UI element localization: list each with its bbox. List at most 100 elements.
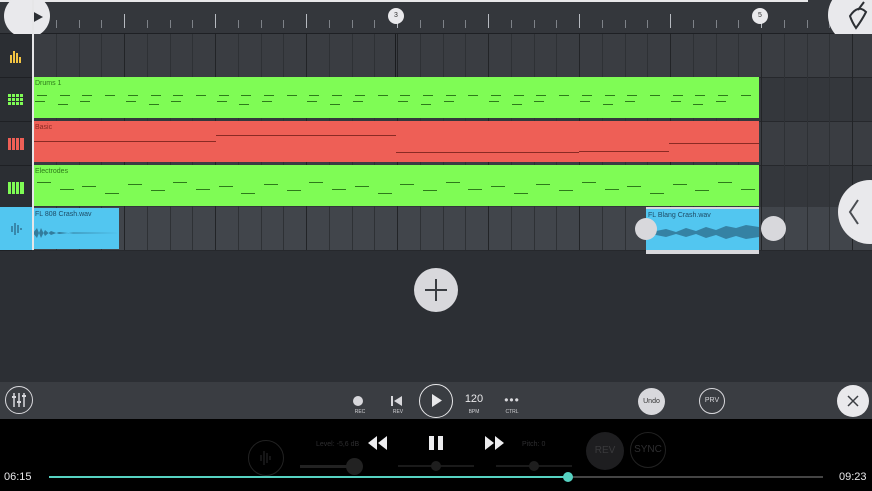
- progress-knob[interactable]: [562, 472, 573, 482]
- side-panel-handle[interactable]: [838, 180, 872, 244]
- close-icon: [847, 395, 859, 407]
- note: [625, 101, 636, 102]
- more-options-icon[interactable]: •••: [500, 393, 524, 407]
- add-track-button[interactable]: [414, 268, 458, 312]
- rev-label: REV: [392, 409, 404, 415]
- ruler-tick: [601, 20, 603, 28]
- ruler-tick: [510, 20, 512, 28]
- ruler-tick: [374, 20, 376, 28]
- pattern-clip[interactable]: Basic: [33, 121, 759, 162]
- ruler-tick: [533, 20, 535, 28]
- undo-button[interactable]: Undo: [638, 388, 665, 415]
- piano-keys-icon[interactable]: [0, 122, 32, 166]
- progress-fill: [49, 476, 568, 478]
- timeline-ruler[interactable]: [0, 0, 872, 34]
- bpm-label: BPM: [468, 409, 480, 415]
- record-button[interactable]: [353, 396, 363, 406]
- note: [536, 95, 547, 96]
- note: [105, 193, 120, 194]
- note: [649, 193, 664, 194]
- clip-end-handle[interactable]: [761, 216, 786, 241]
- reverse-button: REV: [586, 432, 624, 470]
- ruler-tick: [169, 20, 171, 28]
- bar-marker-3[interactable]: 3: [388, 8, 404, 24]
- note: [672, 95, 683, 96]
- note: [127, 95, 138, 96]
- close-button[interactable]: [837, 385, 869, 417]
- note: [80, 101, 91, 102]
- note: [695, 190, 710, 191]
- rewind-icon[interactable]: [367, 434, 389, 452]
- note: [718, 95, 728, 96]
- ruler-tick: [670, 14, 671, 28]
- pattern-clip[interactable]: Drums 1: [33, 77, 759, 118]
- track-lane[interactable]: [33, 34, 872, 78]
- note: [604, 189, 619, 190]
- note: [105, 95, 116, 96]
- note: [559, 190, 574, 191]
- note: [581, 182, 596, 183]
- slider-knob: [431, 461, 441, 471]
- note: [491, 95, 501, 96]
- bar-marker-5[interactable]: 5: [752, 8, 768, 24]
- fast-forward-icon[interactable]: [483, 434, 505, 452]
- playhead[interactable]: [32, 0, 34, 250]
- pitch-label: Pitch: 0: [522, 441, 546, 448]
- mixer-button[interactable]: [5, 386, 33, 414]
- plus-icon: [425, 279, 447, 301]
- note: [489, 101, 499, 102]
- clip-label: Basic: [35, 124, 53, 131]
- ruler-tick: [283, 20, 285, 28]
- ruler-tick: [215, 14, 216, 28]
- note: [513, 95, 524, 96]
- mixer-sliders-icon: [12, 393, 26, 407]
- mixer-levels-icon[interactable]: [0, 34, 32, 78]
- note: [534, 101, 545, 102]
- elapsed-time: 06:15: [4, 471, 32, 483]
- note: [127, 184, 142, 185]
- note: [218, 95, 229, 96]
- pause-icon[interactable]: [427, 434, 445, 452]
- ruler-tick: [806, 20, 808, 28]
- ctrl-label: CTRL: [505, 409, 519, 415]
- note: [171, 101, 182, 102]
- audio-clip[interactable]: FL 808 Crash.wav: [33, 208, 119, 249]
- waveform-icon[interactable]: [0, 207, 32, 251]
- transport-play-button[interactable]: [419, 384, 453, 418]
- audio-clip-selected[interactable]: FL Blang Crash.wav: [646, 207, 759, 254]
- note: [377, 193, 392, 194]
- note: [195, 95, 206, 96]
- ruler-tick: [78, 20, 80, 28]
- waveform-icon: [260, 451, 271, 465]
- note: [150, 95, 161, 96]
- ruler-tick: [192, 20, 194, 28]
- note: [307, 101, 318, 102]
- piano-keys-icon[interactable]: [0, 166, 32, 210]
- note: [239, 104, 250, 105]
- ruler-tick: [738, 20, 740, 28]
- level-label: Level: -5,6 dB: [316, 441, 360, 448]
- prv-button[interactable]: PRV: [699, 388, 725, 414]
- media-player-overlay: [0, 419, 872, 491]
- level-slider-knob: [346, 458, 363, 475]
- clip-start-handle[interactable]: [635, 218, 657, 240]
- note: [150, 190, 165, 191]
- note: [716, 101, 726, 102]
- note: [286, 95, 297, 96]
- ruler-tick: [624, 20, 626, 28]
- rewind-to-start-icon[interactable]: [390, 394, 404, 408]
- note: [602, 104, 613, 105]
- note: [377, 95, 388, 96]
- ruler-tick: [783, 20, 785, 28]
- note: [352, 101, 363, 102]
- note: [627, 95, 638, 96]
- note: [195, 189, 210, 190]
- play-button[interactable]: [4, 0, 50, 38]
- note: [420, 104, 431, 105]
- drum-pads-icon[interactable]: [0, 78, 32, 122]
- note: [354, 186, 369, 187]
- note: [82, 95, 93, 96]
- note: [695, 95, 706, 96]
- pattern-clip[interactable]: Electrodes: [33, 165, 759, 206]
- bpm-value[interactable]: 120: [459, 393, 489, 405]
